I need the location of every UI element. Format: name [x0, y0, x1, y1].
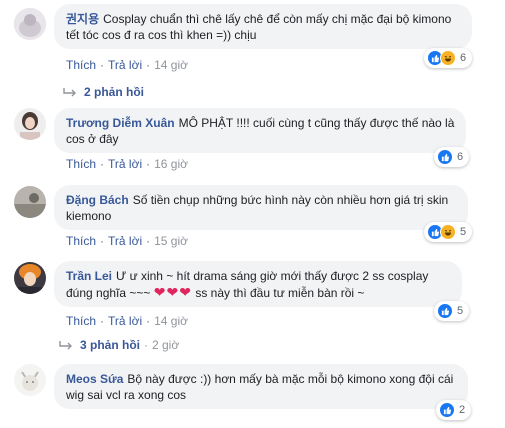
- avatar[interactable]: [14, 364, 46, 396]
- reaction-summary[interactable]: 6: [424, 48, 473, 68]
- like-link[interactable]: Thích: [66, 314, 96, 328]
- haha-reaction-icon: [440, 224, 456, 240]
- separator: ·: [144, 338, 148, 352]
- comment-actions: Thích · Trả lời · 14 giờ: [66, 314, 188, 328]
- separator: ·: [100, 58, 105, 72]
- comment-bubble: Trương Diễm Xuân MÔ PHẬT !!!! cuối cùng t…: [54, 108, 466, 153]
- like-reaction-icon: [439, 402, 455, 418]
- avatar-image: [14, 186, 46, 218]
- avatar-image: [14, 262, 46, 294]
- separator: ·: [146, 58, 151, 72]
- like-link[interactable]: Thích: [66, 58, 96, 72]
- avatar[interactable]: [14, 186, 46, 218]
- comment-time[interactable]: 15 giờ: [154, 234, 188, 248]
- comment-actions: Thích · Trả lời · 16 giờ: [66, 157, 188, 171]
- comment-bubble: Trần Lei Ư ư xinh ~ hít drama sáng giờ mớ…: [54, 261, 462, 307]
- comment-actions: Thích · Trả lời · 14 giờ: [66, 58, 188, 72]
- like-reaction-icon: [437, 303, 453, 319]
- like-link[interactable]: Thích: [66, 157, 96, 171]
- comment-bubble: Meos Sứa Bộ này được :)) hơn mấy bà mặc m…: [54, 364, 468, 409]
- comment-author[interactable]: Trần Lei: [66, 269, 112, 283]
- reply-arrow-icon: [63, 88, 76, 97]
- reply-link[interactable]: Trả lời: [108, 157, 142, 171]
- comment-author[interactable]: Trương Diễm Xuân: [66, 116, 175, 130]
- reaction-count: 6: [457, 151, 464, 163]
- reply-link[interactable]: Trả lời: [108, 234, 142, 248]
- separator: ·: [146, 234, 151, 248]
- heart-emojis: ❤❤❤: [153, 284, 192, 300]
- separator: ·: [146, 314, 151, 328]
- reaction-summary[interactable]: 6: [434, 147, 470, 167]
- avatar[interactable]: [14, 108, 46, 140]
- reaction-count: 5: [460, 226, 467, 238]
- reaction-count: 2: [459, 404, 466, 416]
- comment-text: Cosplay chuẩn thì chê lấy chê để còn mấy…: [66, 12, 452, 42]
- replies-label[interactable]: 2 phản hồi: [84, 85, 144, 99]
- haha-reaction-icon: [440, 50, 456, 66]
- comment-time[interactable]: 14 giờ: [154, 58, 188, 72]
- avatar-image: [14, 364, 46, 396]
- comment-bubble: 권지용 Cosplay chuẩn thì chê lấy chê để còn …: [54, 4, 472, 49]
- reaction-summary[interactable]: 5: [424, 222, 473, 242]
- comment-time[interactable]: 16 giờ: [154, 157, 188, 171]
- replies-time: 2 giờ: [152, 338, 180, 352]
- comment-author[interactable]: Meos Sứa: [66, 372, 123, 386]
- comment-text: Bộ này được :)) hơn mấy bà mặc mỗi bộ ki…: [66, 372, 454, 402]
- comment-actions: Thích · Trả lời · 15 giờ: [66, 234, 188, 248]
- avatar[interactable]: [14, 8, 46, 40]
- separator: ·: [146, 157, 151, 171]
- reaction-summary[interactable]: 5: [434, 301, 470, 321]
- separator: ·: [100, 157, 105, 171]
- avatar-image: [14, 108, 46, 140]
- reaction-summary[interactable]: 2: [436, 400, 472, 420]
- comment-author[interactable]: Đặng Bách: [66, 193, 129, 207]
- separator: ·: [100, 234, 105, 248]
- comment-author[interactable]: 권지용: [66, 12, 99, 26]
- separator: ·: [100, 314, 105, 328]
- view-replies[interactable]: 2 phản hồi: [62, 85, 144, 99]
- reaction-count: 5: [457, 305, 464, 317]
- comment-bubble: Đặng Bách Số tiền chụp những bức hình này…: [54, 185, 468, 230]
- comment-time[interactable]: 14 giờ: [154, 314, 188, 328]
- avatar-image: [14, 8, 46, 40]
- like-reaction-icon: [437, 149, 453, 165]
- comment-text-continued: ss này thì đầu tư miễn bàn rồi ~: [195, 286, 365, 300]
- like-link[interactable]: Thích: [66, 234, 96, 248]
- reaction-count: 6: [460, 52, 467, 64]
- replies-label[interactable]: 3 phản hồi: [80, 338, 140, 352]
- view-replies[interactable]: 3 phản hồi · 2 giờ: [58, 338, 179, 352]
- reply-link[interactable]: Trả lời: [108, 58, 142, 72]
- avatar[interactable]: [14, 262, 46, 294]
- reply-arrow-icon: [59, 341, 72, 350]
- reply-link[interactable]: Trả lời: [108, 314, 142, 328]
